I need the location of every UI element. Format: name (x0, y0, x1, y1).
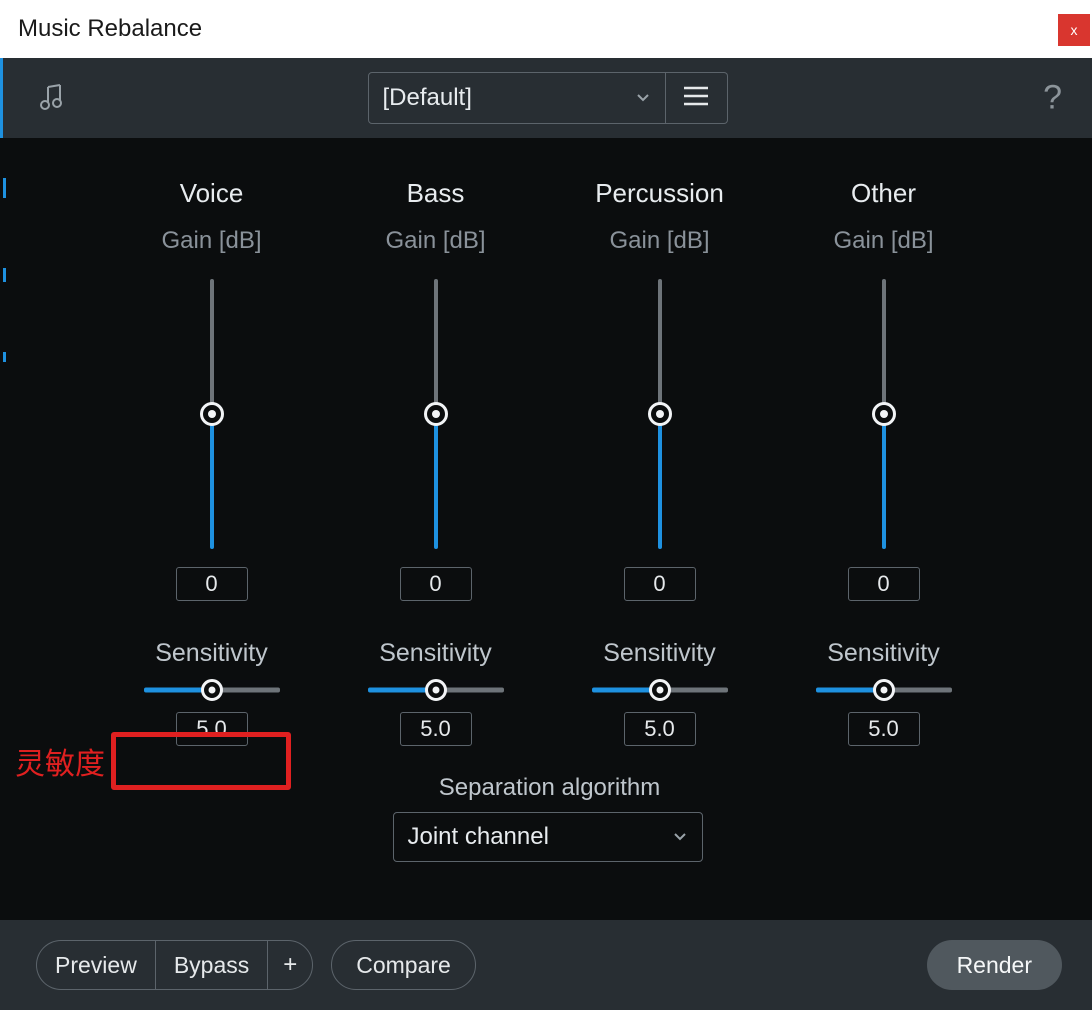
slider-thumb-icon (201, 679, 223, 701)
close-button[interactable]: x (1058, 14, 1090, 46)
help-button[interactable]: ? (1043, 79, 1062, 118)
footer: Preview Bypass + Compare Render (0, 920, 1092, 1010)
help-icon: ? (1043, 79, 1062, 117)
channel-name: Percussion (595, 178, 724, 209)
sensitivity-label: Sensitivity (155, 639, 268, 668)
main-panel: Voice Gain [dB] 0 Sensitivity 5.0 Bass G… (0, 138, 1092, 920)
preset-group: [Default] (368, 72, 728, 124)
slider-thumb-icon (424, 402, 448, 426)
preview-label: Preview (55, 952, 137, 979)
gain-label: Gain [dB] (833, 227, 933, 255)
slider-thumb-icon (648, 402, 672, 426)
preview-button[interactable]: Preview (36, 940, 155, 990)
chevron-down-icon (672, 823, 688, 851)
sensitivity-value[interactable]: 5.0 (176, 712, 248, 746)
gain-slider[interactable] (872, 279, 896, 549)
left-accent (3, 138, 6, 920)
channel-name: Bass (407, 178, 465, 209)
sensitivity-label: Sensitivity (379, 639, 492, 668)
render-button[interactable]: Render (927, 940, 1062, 990)
gain-slider[interactable] (424, 279, 448, 549)
gain-value[interactable]: 0 (624, 567, 696, 601)
channel-name: Other (851, 178, 916, 209)
bypass-label: Bypass (174, 952, 249, 979)
sensitivity-value[interactable]: 5.0 (400, 712, 472, 746)
slider-thumb-icon (872, 402, 896, 426)
gain-label: Gain [dB] (385, 227, 485, 255)
gain-slider[interactable] (648, 279, 672, 549)
sensitivity-slider[interactable] (144, 678, 280, 702)
slider-thumb-icon (649, 679, 671, 701)
separation-select[interactable]: Joint channel (393, 812, 703, 862)
channel-other: Other Gain [dB] 0 Sensitivity 5.0 (772, 178, 996, 746)
toolbar: [Default] ? (0, 58, 1092, 138)
compare-label: Compare (356, 952, 451, 979)
separation-value: Joint channel (408, 823, 549, 851)
sensitivity-slider[interactable] (592, 678, 728, 702)
module-icon (33, 78, 73, 118)
chevron-down-icon (635, 84, 651, 112)
transport-buttons: Preview Bypass + (36, 940, 313, 990)
bypass-button[interactable]: Bypass (155, 940, 267, 990)
slider-thumb-icon (200, 402, 224, 426)
gain-value[interactable]: 0 (176, 567, 248, 601)
slider-thumb-icon (425, 679, 447, 701)
render-label: Render (957, 952, 1032, 979)
separation-area: Separation algorithm Joint channel (33, 774, 1062, 862)
compare-button[interactable]: Compare (331, 940, 476, 990)
sensitivity-slider[interactable] (816, 678, 952, 702)
gain-label: Gain [dB] (609, 227, 709, 255)
sensitivity-label: Sensitivity (603, 639, 716, 668)
gain-value[interactable]: 0 (848, 567, 920, 601)
channel-bass: Bass Gain [dB] 0 Sensitivity 5.0 (324, 178, 548, 746)
separation-label: Separation algorithm (439, 774, 660, 802)
titlebar: Music Rebalance x (0, 0, 1092, 58)
sensitivity-label: Sensitivity (827, 639, 940, 668)
gain-value[interactable]: 0 (400, 567, 472, 601)
sensitivity-slider[interactable] (368, 678, 504, 702)
sensitivity-value[interactable]: 5.0 (848, 712, 920, 746)
hamburger-icon (682, 85, 710, 112)
preset-value: [Default] (383, 84, 472, 112)
close-icon: x (1071, 22, 1078, 38)
preset-select[interactable]: [Default] (368, 72, 666, 124)
channel-name: Voice (180, 178, 244, 209)
gain-label: Gain [dB] (161, 227, 261, 255)
plus-icon: + (283, 951, 297, 979)
sensitivity-value[interactable]: 5.0 (624, 712, 696, 746)
add-button[interactable]: + (267, 940, 313, 990)
channel-voice: Voice Gain [dB] 0 Sensitivity 5.0 (100, 178, 324, 746)
gain-slider[interactable] (200, 279, 224, 549)
window-title: Music Rebalance (18, 15, 202, 43)
channel-percussion: Percussion Gain [dB] 0 Sensitivity 5.0 (548, 178, 772, 746)
slider-thumb-icon (873, 679, 895, 701)
channels: Voice Gain [dB] 0 Sensitivity 5.0 Bass G… (33, 178, 1062, 746)
preset-menu-button[interactable] (666, 72, 728, 124)
